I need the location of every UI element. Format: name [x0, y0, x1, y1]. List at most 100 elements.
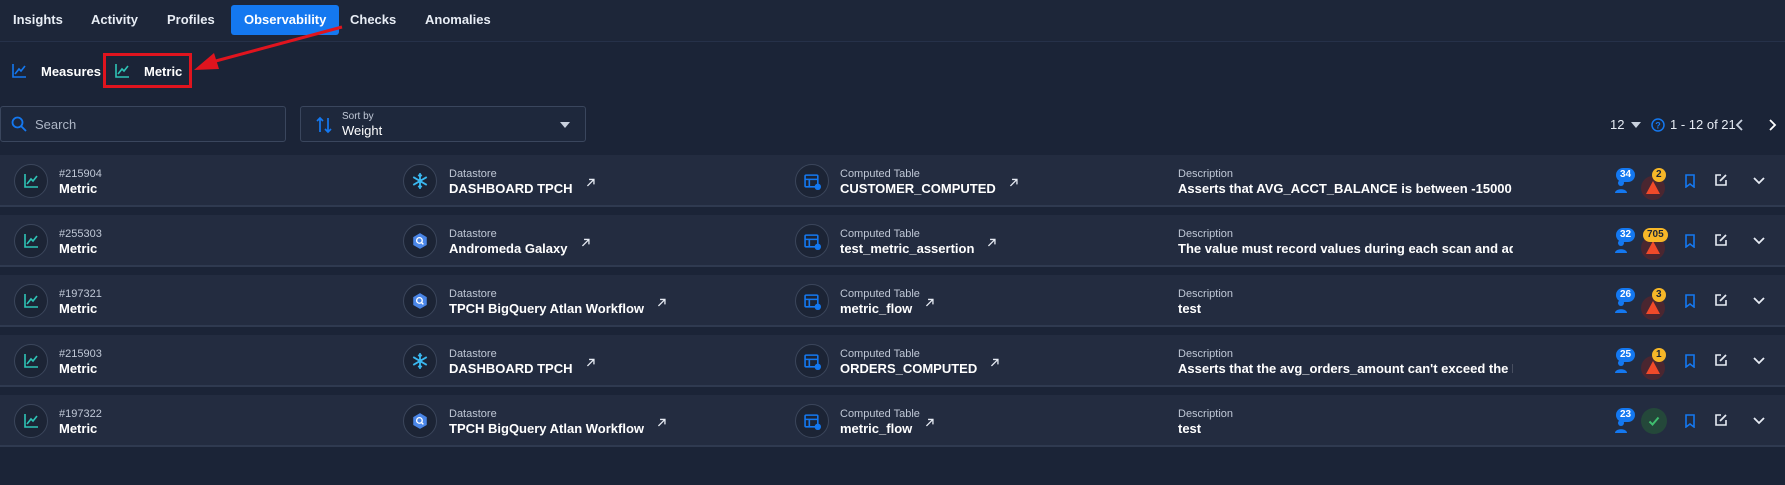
- users-count-badge: 25: [1616, 348, 1636, 362]
- description-label: Description: [1178, 348, 1234, 360]
- computed-table-name[interactable]: ORDERS_COMPUTED: [840, 361, 977, 376]
- help-icon[interactable]: ?: [1651, 118, 1665, 132]
- datastore-icon-wrap: [403, 404, 437, 438]
- datastore-name[interactable]: DASHBOARD TPCH: [449, 361, 573, 376]
- check-row[interactable]: #197322 Metric Datastore TPCH BigQuery Atla…: [0, 395, 1785, 447]
- assigned-users[interactable]: 23: [1611, 408, 1641, 436]
- description-label: Description: [1178, 288, 1234, 300]
- sort-icon: [316, 116, 332, 134]
- tab-insights[interactable]: Insights: [0, 5, 76, 35]
- tab-profiles[interactable]: Profiles: [154, 5, 228, 35]
- external-link-icon[interactable]: [986, 237, 999, 250]
- bookmark-icon[interactable]: [1684, 174, 1696, 188]
- computed-table-icon-wrap: [795, 164, 829, 198]
- description-text: test: [1178, 301, 1202, 316]
- description-label: Description: [1178, 168, 1234, 180]
- bookmark-icon[interactable]: [1684, 414, 1696, 428]
- status-ok: [1641, 408, 1667, 434]
- search-input[interactable]: [35, 116, 265, 132]
- external-link-icon[interactable]: [924, 297, 937, 310]
- tab-observability[interactable]: Observability: [231, 5, 340, 35]
- edit-icon[interactable]: [1714, 173, 1728, 187]
- datastore-name[interactable]: TPCH BigQuery Atlan Workflow: [449, 301, 644, 316]
- computed-table-name[interactable]: CUSTOMER_COMPUTED: [840, 181, 996, 196]
- tab-checks[interactable]: Checks: [337, 5, 409, 35]
- computed-table-name[interactable]: test_metric_assertion: [840, 241, 974, 256]
- datastore-label: Datastore: [449, 168, 497, 180]
- computed-table-name[interactable]: metric_flow: [840, 301, 912, 316]
- check-type: Metric: [59, 361, 98, 376]
- assigned-users[interactable]: 34: [1611, 168, 1641, 196]
- computed-table-label: Computed Table: [840, 348, 920, 360]
- computed-table-label: Computed Table: [840, 288, 920, 300]
- computed-table-label: Computed Table: [840, 408, 920, 420]
- computed-table-icon-wrap: [795, 284, 829, 318]
- warning-icon: [1646, 181, 1660, 194]
- datastore-label: Datastore: [449, 288, 497, 300]
- expand-chevron-icon[interactable]: [1753, 237, 1765, 245]
- datastore-label: Datastore: [449, 228, 497, 240]
- tab-activity[interactable]: Activity: [78, 5, 151, 35]
- search-box[interactable]: [0, 106, 286, 142]
- assigned-users[interactable]: 25: [1611, 348, 1641, 376]
- datastore-icon-wrap: [403, 344, 437, 378]
- page-size-caret-icon[interactable]: [1631, 122, 1641, 128]
- bookmark-icon[interactable]: [1684, 354, 1696, 368]
- datastore-icon-wrap: [403, 284, 437, 318]
- check-type-icon-wrap: [14, 224, 48, 258]
- external-link-icon[interactable]: [585, 357, 598, 370]
- check-id: #215903: [59, 348, 102, 360]
- chevron-left-icon[interactable]: [1735, 118, 1745, 132]
- bookmark-icon[interactable]: [1684, 234, 1696, 248]
- external-link-icon[interactable]: [924, 417, 937, 430]
- check-row[interactable]: #197321 Metric Datastore TPCH BigQuery Atla…: [0, 275, 1785, 327]
- edit-icon[interactable]: [1714, 233, 1728, 247]
- description-text: The value must record values during each…: [1178, 241, 1513, 256]
- external-link-icon[interactable]: [656, 417, 669, 430]
- datastore-icon-wrap: [403, 164, 437, 198]
- expand-chevron-icon[interactable]: [1753, 357, 1765, 365]
- check-row[interactable]: #215904 Metric Datastore DASHBOARD TPCH Comp…: [0, 155, 1785, 207]
- description-label: Description: [1178, 408, 1234, 420]
- expand-chevron-icon[interactable]: [1753, 417, 1765, 425]
- check-id: #197321: [59, 288, 102, 300]
- expand-chevron-icon[interactable]: [1753, 177, 1765, 185]
- computed-table-name[interactable]: metric_flow: [840, 421, 912, 436]
- anomalies-indicator[interactable]: 2: [1641, 168, 1675, 200]
- external-link-icon[interactable]: [585, 177, 598, 190]
- sort-select[interactable]: Sort by Weight: [300, 106, 586, 142]
- description-label: Description: [1178, 228, 1234, 240]
- snowflake-icon: [412, 353, 428, 369]
- check-row[interactable]: #255303 Metric Datastore Andromeda Galaxy Co…: [0, 215, 1785, 267]
- anomalies-indicator[interactable]: 705: [1641, 228, 1675, 260]
- external-link-icon[interactable]: [1008, 177, 1021, 190]
- metric-chart-icon: [24, 354, 38, 368]
- check-row[interactable]: #215903 Metric Datastore DASHBOARD TPCH Comp…: [0, 335, 1785, 387]
- assigned-users[interactable]: 32: [1611, 228, 1641, 256]
- external-link-icon[interactable]: [580, 237, 593, 250]
- anomalies-indicator[interactable]: 3: [1641, 288, 1675, 320]
- subtab-measures[interactable]: Measures: [11, 56, 101, 86]
- edit-icon[interactable]: [1714, 293, 1728, 307]
- datastore-name[interactable]: DASHBOARD TPCH: [449, 181, 573, 196]
- datastore-name[interactable]: Andromeda Galaxy: [449, 241, 568, 256]
- external-link-icon[interactable]: [989, 357, 1002, 370]
- page-size-value[interactable]: 12: [1610, 117, 1624, 132]
- bookmark-icon[interactable]: [1684, 294, 1696, 308]
- tab-anomalies[interactable]: Anomalies: [412, 5, 504, 35]
- edit-icon[interactable]: [1714, 413, 1728, 427]
- edit-icon[interactable]: [1714, 353, 1728, 367]
- computed-table-icon-wrap: [795, 404, 829, 438]
- expand-chevron-icon[interactable]: [1753, 297, 1765, 305]
- anomalies-indicator[interactable]: 1: [1641, 348, 1675, 380]
- check-type-icon-wrap: [14, 284, 48, 318]
- external-link-icon[interactable]: [656, 297, 669, 310]
- datastore-name[interactable]: TPCH BigQuery Atlan Workflow: [449, 421, 644, 436]
- assigned-users[interactable]: 26: [1611, 288, 1641, 316]
- metric-chart-icon: [24, 174, 38, 188]
- chevron-right-icon[interactable]: [1767, 118, 1777, 132]
- check-type-icon-wrap: [14, 344, 48, 378]
- line-chart-icon: [12, 64, 26, 78]
- warning-icon: [1646, 301, 1660, 314]
- computed-table-icon: [803, 413, 821, 430]
